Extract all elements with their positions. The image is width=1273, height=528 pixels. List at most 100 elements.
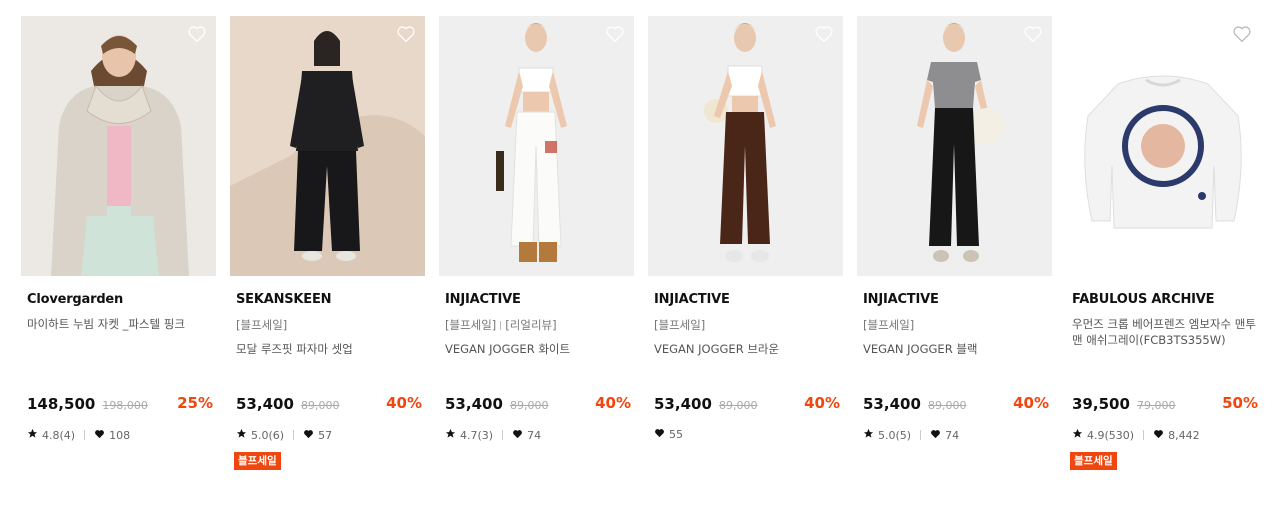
wishlist-heart-icon[interactable] [1232,25,1252,43]
heart-filled-icon [512,429,523,442]
likes-count: 55 [669,428,683,441]
review-meta: 55 [654,428,683,441]
tag-label: [리얼리뷰] [505,318,557,332]
product-name[interactable]: VEGAN JOGGER 브라운 [654,341,840,357]
likes-count: 74 [527,428,542,442]
original-price: 198,000 [102,399,148,412]
product-name[interactable]: 모달 루즈핏 파자마 셋업 [236,341,422,357]
wishlist-heart-icon[interactable] [1023,25,1043,43]
sale-badge: 블프세일 [1070,452,1117,470]
tag-label: [블프세일] [445,318,497,332]
wishlist-heart-icon[interactable] [396,25,416,43]
review-meta: 4.7(3) 74 [445,428,541,442]
price-row: 53,400 89,000 40% [236,394,422,414]
product-image[interactable] [1066,16,1261,276]
price-row: 53,400 89,000 40% [654,394,840,414]
product-name[interactable]: 마이하트 누빔 자켓 _파스텔 핑크 [27,316,213,332]
price-row: 39,500 79,000 50% [1072,394,1258,414]
discount-rate: 25% [177,394,213,412]
product-grid: Clovergarden 마이하트 누빔 자켓 _파스텔 핑크 148,500 … [21,16,1273,528]
brand-name[interactable]: INJIACTIVE [863,292,939,307]
product-card-4[interactable]: INJIACTIVE [블프세일] VEGAN JOGGER 블랙 53,400… [857,16,1052,496]
wishlist-heart-icon[interactable] [187,25,207,43]
product-photo-brown-jogger [648,16,843,276]
brand-name[interactable]: FABULOUS ARCHIVE [1072,292,1215,307]
sale-badge: 블프세일 [234,452,281,470]
original-price: 89,000 [300,399,340,412]
sale-price: 53,400 [863,395,921,413]
star-icon [27,428,38,442]
tag-list: [블프세일] [863,317,914,333]
price-row: 53,400 89,000 40% [863,394,1049,414]
product-card-3[interactable]: INJIACTIVE [블프세일] VEGAN JOGGER 브라운 53,40… [648,16,843,496]
likes-count: 108 [109,428,131,442]
wishlist-heart-icon[interactable] [605,25,625,43]
discount-rate: 40% [595,394,631,412]
sale-price: 39,500 [1072,395,1130,413]
product-photo-black-jogger [857,16,1052,276]
product-image[interactable] [648,16,843,276]
divider [920,430,922,440]
product-name[interactable]: 우먼즈 크롭 베어프렌즈 엠보자수 맨투맨 애쉬그레이(FCB3TS355W) [1072,316,1258,348]
heart-filled-icon [930,429,941,442]
tag-list: [블프세일] [리얼리뷰] [445,317,557,333]
original-price: 79,000 [1136,399,1176,412]
discount-rate: 40% [804,394,840,412]
star-icon [1072,428,1083,442]
rating-text: 4.8(4) [42,428,76,442]
product-photo-pajama [230,16,425,276]
tag-label: [블프세일] [654,318,706,332]
rating-text: 5.0(5) [878,428,912,442]
product-card-5[interactable]: FABULOUS ARCHIVE 우먼즈 크롭 베어프렌즈 엠보자수 맨투맨 애… [1066,16,1261,496]
review-meta: 5.0(5) 74 [863,428,959,442]
price-row: 148,500 198,000 25% [27,394,213,414]
brand-name[interactable]: INJIACTIVE [654,292,730,307]
tag-separator [500,321,502,330]
review-meta: 4.8(4) 108 [27,428,130,442]
sale-price: 148,500 [27,395,96,413]
star-icon [445,428,456,442]
brand-name[interactable]: SEKANSKEEN [236,292,332,307]
star-icon [236,428,247,442]
original-price: 89,000 [718,399,758,412]
product-name[interactable]: VEGAN JOGGER 화이트 [445,341,631,357]
divider [1143,430,1145,440]
tag-list: [블프세일] [236,317,287,333]
heart-filled-icon [303,429,314,442]
brand-name[interactable]: INJIACTIVE [445,292,521,307]
tag-label: [블프세일] [863,318,915,332]
discount-rate: 40% [1013,394,1049,412]
review-meta: 4.9(530) 8,442 [1072,428,1200,442]
product-card-1[interactable]: SEKANSKEEN [블프세일] 모달 루즈핏 파자마 셋업 53,400 8… [230,16,425,496]
wishlist-heart-icon[interactable] [814,25,834,43]
product-image[interactable] [439,16,634,276]
price-row: 53,400 89,000 40% [445,394,631,414]
divider [84,430,86,440]
rating-text: 4.7(3) [460,428,494,442]
heart-filled-icon [94,429,105,442]
discount-rate: 50% [1222,394,1258,412]
rating-text: 4.9(530) [1087,428,1135,442]
brand-name[interactable]: Clovergarden [27,292,123,307]
divider [293,430,295,440]
heart-filled-icon [1153,429,1164,442]
product-card-0[interactable]: Clovergarden 마이하트 누빔 자켓 _파스텔 핑크 148,500 … [21,16,216,496]
product-image[interactable] [230,16,425,276]
likes-count: 8,442 [1168,428,1200,442]
star-icon [863,428,874,442]
product-photo-jacket [21,16,216,276]
product-photo-white-jogger [439,16,634,276]
likes-count: 74 [945,428,960,442]
sale-price: 53,400 [445,395,503,413]
product-image[interactable] [857,16,1052,276]
likes-count: 57 [318,428,333,442]
product-photo-sweatshirt [1066,16,1261,276]
product-name[interactable]: VEGAN JOGGER 블랙 [863,341,1049,357]
product-card-2[interactable]: INJIACTIVE [블프세일] [리얼리뷰] VEGAN JOGGER 화이트… [439,16,634,496]
review-meta: 5.0(6) 57 [236,428,332,442]
product-image[interactable] [21,16,216,276]
original-price: 89,000 [509,399,549,412]
tag-list: [블프세일] [654,317,705,333]
tag-label: [블프세일] [236,318,288,332]
sale-price: 53,400 [654,395,712,413]
